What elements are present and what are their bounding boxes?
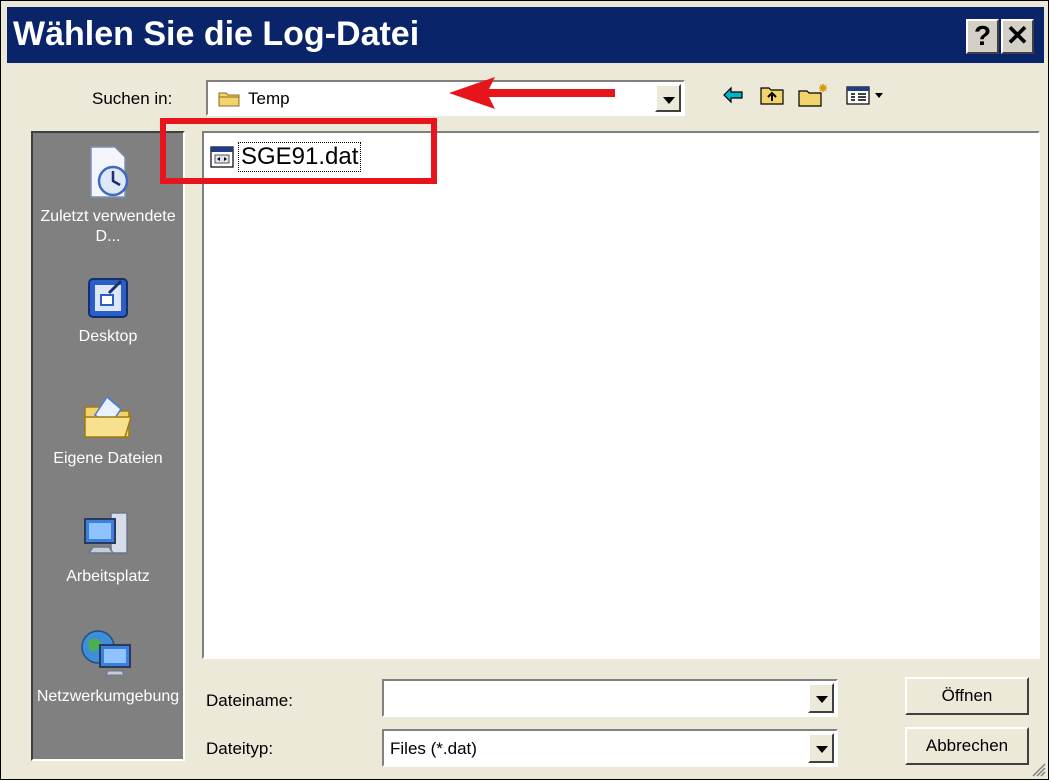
back-arrow-icon[interactable] — [721, 83, 745, 107]
annotation-arrow — [449, 77, 615, 109]
place-my-documents[interactable]: Eigene Dateien — [33, 389, 183, 469]
place-label: Zuletzt verwendete D... — [40, 208, 176, 245]
file-list[interactable]: SGE91.dat — [202, 131, 1040, 659]
filename-label: Dateiname: — [206, 691, 293, 710]
dialog-title: Wählen Sie die Log-Datei — [13, 15, 420, 53]
close-button[interactable]: ✕ — [1001, 19, 1034, 54]
up-folder-icon[interactable] — [759, 83, 785, 107]
place-label: Netzwerkumgebung — [36, 688, 180, 705]
desktop-icon — [88, 278, 128, 318]
place-desktop[interactable]: Desktop — [33, 273, 183, 347]
help-button[interactable]: ? — [966, 19, 999, 54]
annotation-highlight-box — [160, 118, 437, 184]
filename-dropdown-button[interactable] — [808, 683, 834, 713]
look-in-label: Suchen in: — [92, 89, 173, 108]
places-bar: Zuletzt verwendete D... Desktop Eigene D… — [31, 131, 185, 761]
network-icon — [81, 630, 131, 676]
filename-combobox[interactable] — [382, 679, 838, 717]
my-computer-icon — [84, 512, 128, 554]
open-button[interactable]: Öffnen — [905, 677, 1029, 715]
place-label: Eigene Dateien — [53, 450, 163, 467]
filetype-dropdown-button[interactable] — [808, 733, 834, 763]
title-bar[interactable]: Wählen Sie die Log-Datei ? ✕ — [7, 7, 1044, 63]
cancel-button[interactable]: Abbrechen — [905, 727, 1029, 765]
view-menu-icon[interactable] — [845, 83, 889, 107]
place-label: Desktop — [78, 328, 138, 345]
place-network[interactable]: Netzwerkumgebung — [33, 623, 183, 707]
look-in-dropdown-button[interactable] — [655, 84, 681, 112]
new-folder-icon[interactable] — [797, 83, 829, 109]
file-open-dialog: Wählen Sie die Log-Datei ? ✕ Suchen in: … — [0, 0, 1049, 780]
folder-icon — [218, 92, 240, 107]
filetype-combobox[interactable]: Files (*.dat) — [382, 729, 838, 767]
place-my-computer[interactable]: Arbeitsplatz — [33, 507, 183, 587]
look-in-value: Temp — [248, 89, 290, 108]
my-documents-icon — [84, 395, 133, 438]
filetype-label: Dateityp: — [206, 739, 274, 758]
place-label: Arbeitsplatz — [66, 568, 150, 585]
filetype-value: Files (*.dat) — [390, 739, 477, 758]
recent-documents-icon — [90, 146, 129, 198]
resize-grip-icon[interactable] — [1030, 761, 1046, 777]
